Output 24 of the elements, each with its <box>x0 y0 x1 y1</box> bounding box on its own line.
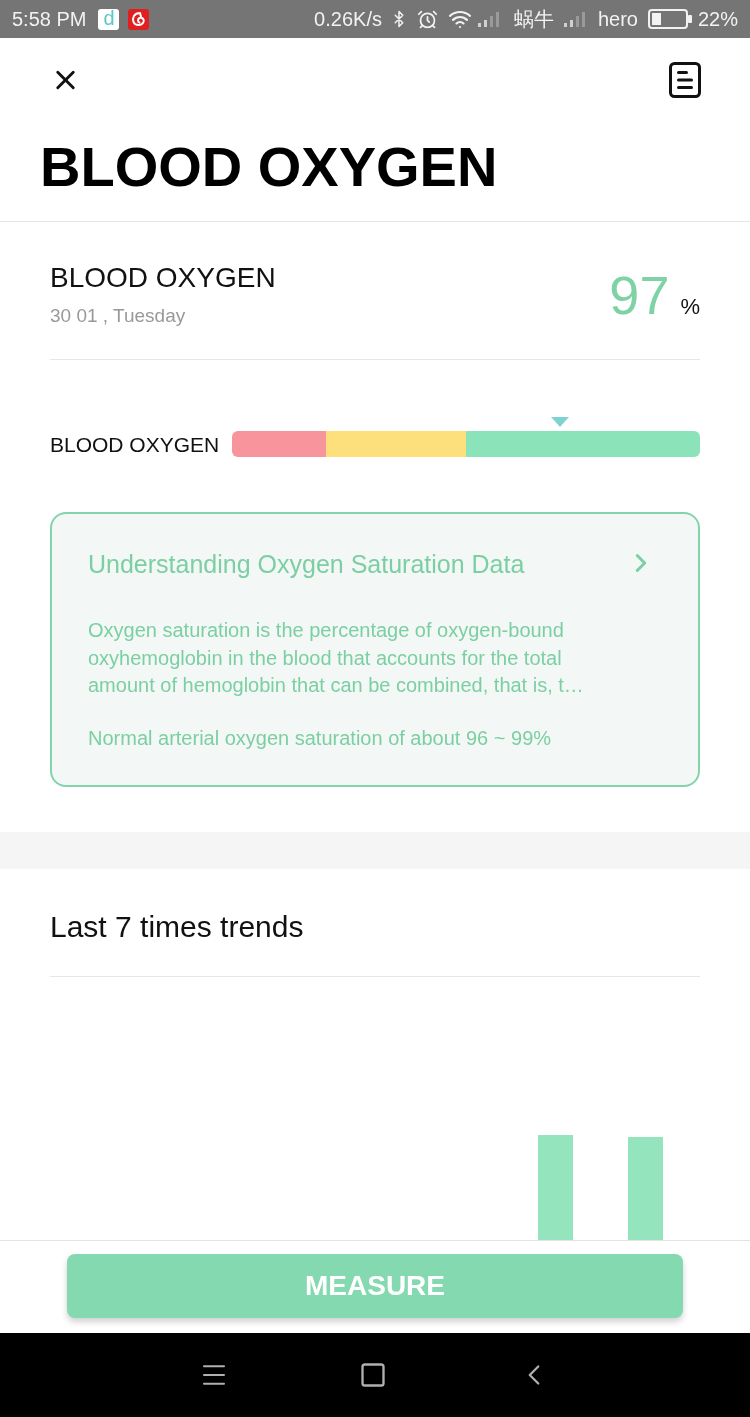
info-card-description: Oxygen saturation is the percentage of oxygen-bound oxyhemoglobin in the blood that accounts for the total amount of hemoglobin that can be combined, that is, t… <box>88 618 585 698</box>
signal-icon <box>477 11 500 27</box>
carrier-name: 蜗牛 <box>513 9 554 29</box>
scale-label: BLOOD OXYGEN <box>50 433 220 455</box>
info-card-note: Normal arterial oxygen saturation of about 96 ~ 99% <box>88 725 553 751</box>
reading-label: BLOOD OXYGEN <box>50 264 276 292</box>
reading-value: 97 <box>609 268 670 322</box>
reading-unit: % <box>680 296 700 318</box>
document-button[interactable] <box>669 62 701 98</box>
measure-button[interactable]: MEASURE <box>67 1254 683 1318</box>
app-icon: d <box>98 8 120 30</box>
app-icon <box>128 8 150 30</box>
alarm-icon <box>416 8 438 30</box>
home-icon[interactable] <box>359 1361 387 1389</box>
reading-date: 30 01 , Tuesday <box>50 306 186 325</box>
info-card-title: Understanding Oxygen Saturation Data <box>88 552 525 577</box>
network-speed: 0.26K/s <box>314 9 382 29</box>
status-time: 5:58 PM <box>12 9 87 29</box>
carrier-name: hero <box>597 9 638 29</box>
battery-percent: 22% <box>697 9 738 29</box>
section-title: Last 7 times trends <box>50 912 304 942</box>
signal-icon <box>563 11 586 27</box>
page-title: BLOOD OXYGEN <box>40 139 498 195</box>
battery-icon <box>647 9 692 29</box>
